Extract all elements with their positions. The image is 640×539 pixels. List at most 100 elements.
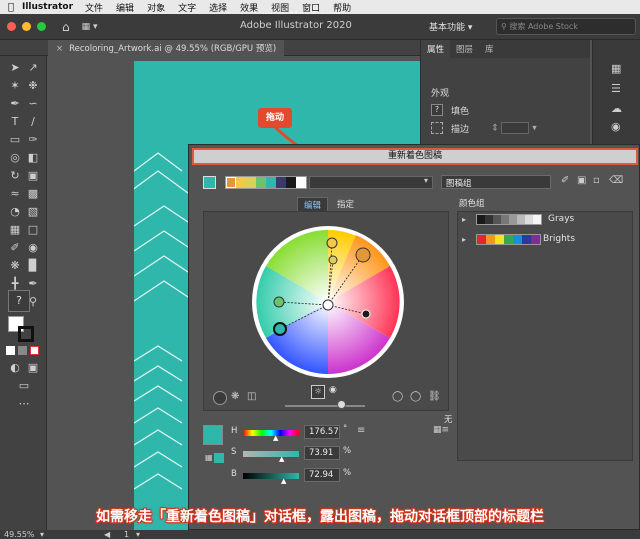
hue-slider-handle[interactable]: ▲ xyxy=(273,434,278,442)
artboard-dropdown-icon[interactable]: ▾ xyxy=(136,530,140,539)
prev-artboard-icon[interactable]: ◀ xyxy=(104,530,110,539)
add-color-tool-icon[interactable]: ◯ xyxy=(392,391,403,402)
selected-color-preview[interactable] xyxy=(203,425,223,445)
paintbrush-tool-icon[interactable]: ✑ xyxy=(25,132,41,148)
brights-expand-icon[interactable]: ▸ xyxy=(462,235,466,244)
dialog-title-bar[interactable]: 重新着色图稿 xyxy=(192,148,638,165)
hsb-menu-icon[interactable]: ≡ xyxy=(357,425,365,436)
mesh-tool-icon[interactable]: ▦ xyxy=(7,222,23,238)
save-group-icon[interactable]: ▣ xyxy=(577,175,586,186)
menu-effect[interactable]: 效果 xyxy=(240,1,258,14)
blend-tool-icon[interactable]: ◉ xyxy=(25,240,41,256)
menu-type[interactable]: 文字 xyxy=(178,1,196,14)
zoom-dropdown-icon[interactable]: ▾ xyxy=(40,530,44,539)
active-color-swatch[interactable] xyxy=(203,176,216,189)
draw-mode-icon[interactable]: ◐ xyxy=(7,360,23,376)
more-tools-icon[interactable]: ⋯ xyxy=(16,396,32,412)
workspace-switcher[interactable]: 基本功能 ▾ xyxy=(429,20,472,33)
saturation-slider-handle[interactable]: ▲ xyxy=(279,455,284,463)
magic-wand-tool-icon[interactable]: ✶ xyxy=(7,78,23,94)
color-table-icon[interactable]: ▦≡ xyxy=(433,425,449,435)
direct-selection-tool-icon[interactable]: ↗ xyxy=(25,60,41,76)
brightness-slider-track[interactable] xyxy=(285,405,365,407)
home-icon[interactable]: ⌂ xyxy=(62,20,70,34)
scale-tool-icon[interactable]: ▣ xyxy=(25,168,41,184)
apple-icon[interactable]:  xyxy=(0,2,22,13)
show-saturation-icon[interactable]: ☼ xyxy=(311,385,325,399)
brights-swatches[interactable] xyxy=(476,234,541,245)
libraries-panel-icon[interactable]: ☁ xyxy=(611,102,622,115)
rotate-tool-icon[interactable]: ↻ xyxy=(7,168,23,184)
artboard-number[interactable]: 1 xyxy=(124,530,129,539)
artwork-group-field[interactable]: 图稿组 xyxy=(441,175,551,189)
rectangle-tool-icon[interactable]: ▭ xyxy=(7,132,23,148)
menu-select[interactable]: 选择 xyxy=(209,1,227,14)
stroke-swatch[interactable] xyxy=(18,326,34,342)
brightness-slider-handle[interactable] xyxy=(337,400,346,409)
gradient-mode-icon[interactable] xyxy=(18,346,27,355)
edit-toolbar-button[interactable]: ? xyxy=(8,290,30,312)
close-window-button[interactable] xyxy=(7,22,16,31)
symbol-sprayer-tool-icon[interactable]: ❋ xyxy=(7,258,23,274)
brightness-hsb-slider-track[interactable] xyxy=(243,473,299,479)
segmented-wheel-icon[interactable]: ❋ xyxy=(231,391,239,402)
link-harmony-icon[interactable]: ⛓ xyxy=(428,391,441,402)
hue-slider-track[interactable] xyxy=(243,430,299,436)
strip-dropdown-icon[interactable]: ▾ xyxy=(424,176,428,185)
warp-tool-icon[interactable]: ≈ xyxy=(7,186,23,202)
arrange-documents-icon[interactable]: ▦ ▾ xyxy=(82,22,98,32)
gamut-swatch[interactable] xyxy=(214,453,224,463)
gradient-tool-icon[interactable]: □ xyxy=(25,222,41,238)
eyedropper-icon[interactable]: ✐ xyxy=(561,175,569,186)
tab-properties[interactable]: 属性 xyxy=(421,40,451,58)
stroke-weight-stepper[interactable]: ⇕ ▾ xyxy=(491,122,537,134)
color-panel-icon[interactable]: ◉ xyxy=(611,120,621,133)
grays-swatches[interactable] xyxy=(476,214,542,225)
new-folder-icon[interactable]: ▫ xyxy=(593,175,600,186)
saturation-value-field[interactable]: 73.91 xyxy=(304,446,340,460)
shape-builder-tool-icon[interactable]: ◔ xyxy=(7,204,23,220)
remove-color-tool-icon[interactable]: ◯ xyxy=(410,391,421,402)
fill-indicator[interactable]: ? xyxy=(431,104,443,116)
column-graph-tool-icon[interactable]: ▉ xyxy=(25,258,41,274)
pen-tool-icon[interactable]: ✒ xyxy=(7,96,23,112)
close-tab-icon[interactable]: × xyxy=(56,44,63,54)
color-wheel[interactable] xyxy=(204,212,450,412)
hue-value-field[interactable]: 176.57 xyxy=(304,425,340,439)
zoom-window-button[interactable] xyxy=(37,22,46,31)
menu-app-name[interactable]: Illustrator xyxy=(22,2,73,12)
line-tool-icon[interactable]: ∕ xyxy=(25,114,41,130)
properties-panel-icon[interactable]: ▦ xyxy=(611,62,621,75)
brightness-value-field[interactable]: 72.94 xyxy=(304,468,340,482)
color-strip-track[interactable] xyxy=(309,176,433,189)
tab-assign[interactable]: 指定 xyxy=(331,197,360,211)
stock-search-input[interactable]: ⚲ 搜索 Adobe Stock xyxy=(496,18,636,35)
eraser-tool-icon[interactable]: ◧ xyxy=(25,150,41,166)
smooth-wheel-button[interactable] xyxy=(213,391,227,405)
lasso-tool-icon[interactable]: ❉ xyxy=(25,78,41,94)
type-tool-icon[interactable]: T xyxy=(7,114,23,130)
brightness-hsb-slider-handle[interactable]: ▲ xyxy=(281,477,286,485)
tab-layers[interactable]: 图层 xyxy=(450,40,479,58)
free-transform-tool-icon[interactable]: ▩ xyxy=(25,186,41,202)
zoom-level[interactable]: 49.55% xyxy=(4,530,35,539)
shaper-tool-icon[interactable]: ◎ xyxy=(7,150,23,166)
color-mode-cube-icon[interactable]: ▦ xyxy=(205,453,213,462)
current-colors-strip[interactable] xyxy=(225,176,307,189)
eyedropper-tool-icon[interactable]: ✐ xyxy=(7,240,23,256)
menu-file[interactable]: 文件 xyxy=(85,1,103,14)
show-brightness-icon[interactable]: ◉ xyxy=(329,385,337,395)
selection-tool-icon[interactable]: ➤ xyxy=(7,60,23,76)
curvature-tool-icon[interactable]: ∽ xyxy=(25,96,41,112)
tab-libraries[interactable]: 库 xyxy=(479,40,500,58)
perspective-grid-tool-icon[interactable]: ▧ xyxy=(25,204,41,220)
menu-edit[interactable]: 编辑 xyxy=(116,1,134,14)
minimize-window-button[interactable] xyxy=(22,22,31,31)
stroke-indicator[interactable] xyxy=(431,122,443,134)
grays-expand-icon[interactable]: ▸ xyxy=(462,215,466,224)
none-mode-icon[interactable] xyxy=(30,346,39,355)
color-mode-icon[interactable] xyxy=(6,346,15,355)
menu-object[interactable]: 对象 xyxy=(147,1,165,14)
document-tab[interactable]: × Recoloring_Artwork.ai @ 49.55% (RGB/GPU… xyxy=(48,40,285,56)
color-bars-icon[interactable]: ◫ xyxy=(247,391,256,402)
